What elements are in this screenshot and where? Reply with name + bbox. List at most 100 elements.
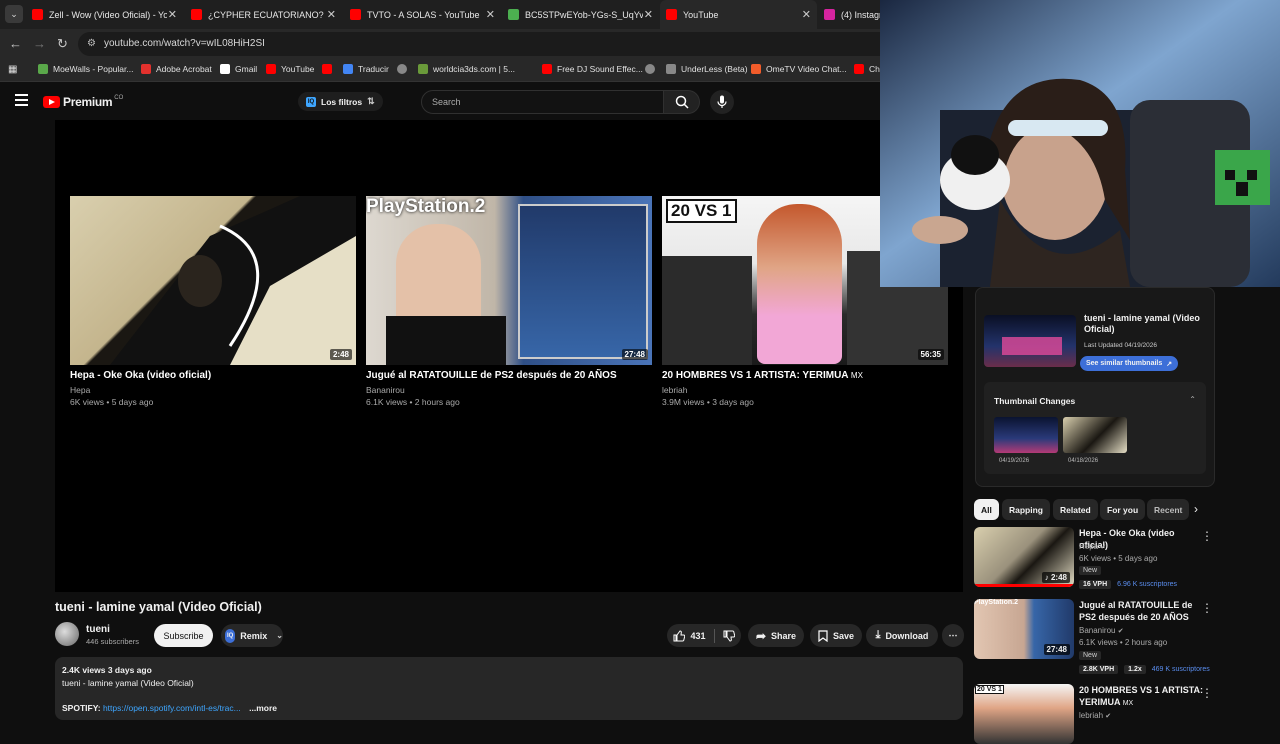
recommended-title[interactable]: Jugué al RATATOUILLE de PS2 después de 2… [1079, 599, 1204, 623]
bookmark-worldcia3ds[interactable]: worldcia3ds.com | 5... [418, 64, 515, 74]
description-box[interactable]: 2.4K views 3 days ago tueni - lamine yam… [55, 657, 963, 720]
recommended-thumbnail[interactable]: 20 VS 1 [974, 684, 1074, 744]
bookmark-youtube[interactable]: YouTube [266, 64, 314, 74]
filters-button[interactable]: IQ Los filtros ⇅ [298, 92, 383, 111]
search-button[interactable] [664, 90, 700, 114]
title-text: 20 HOMBRES VS 1 ARTISTA: YERIMUA [1079, 685, 1204, 707]
channel-name[interactable]: tueni [86, 624, 110, 635]
close-tab-icon[interactable]: ✕ [168, 8, 177, 21]
bookmark-label: Adobe Acrobat [156, 64, 212, 74]
endscreen-channel[interactable]: Hepa [70, 385, 356, 395]
recommended-video[interactable]: PlayStation.2 27:48 Jugué al RATATOUILLE… [974, 599, 1219, 674]
more-vertical-icon[interactable]: ⋮ [1201, 529, 1213, 543]
recommended-channel[interactable]: Hepa ✔ [1079, 542, 1106, 551]
more-vertical-icon[interactable]: ⋮ [1201, 601, 1213, 615]
share-button[interactable]: ➦ Share [748, 624, 804, 647]
video-player[interactable]: 2:48 Hepa - Oke Oka (video oficial) Hepa… [55, 120, 963, 592]
tab-title: ¿CYPHER ECUATORIANO? | INS [208, 9, 326, 20]
bookmark-underless[interactable]: UnderLess (Beta) [666, 64, 748, 74]
bookmark-gmail[interactable]: Gmail [220, 64, 257, 74]
endscreen-title[interactable]: Hepa - Oke Oka (video oficial) [70, 370, 356, 381]
chip-related[interactable]: Related [1053, 499, 1098, 520]
site-info-icon[interactable]: ⚙ [87, 38, 96, 49]
browser-tab[interactable]: (4) Instagram [818, 0, 880, 29]
subscribe-button[interactable]: Subscribe [154, 624, 213, 647]
chevron-up-icon[interactable]: ⌃ [1189, 395, 1196, 404]
video-stats: 2.8K VPH 1.2x 469 K suscriptores [1079, 665, 1210, 674]
voice-search-button[interactable] [710, 90, 734, 114]
music-note-icon: ♪ [1044, 573, 1049, 582]
tab-title: (4) Instagram [841, 9, 880, 20]
youtube-premium-logo[interactable]: Premium CO [43, 95, 123, 109]
bookmark-free-dj[interactable]: Free DJ Sound Effec... [542, 64, 643, 74]
chip-for-you[interactable]: For you [1100, 499, 1146, 520]
forward-arrow-icon[interactable]: → [33, 36, 46, 51]
new-badge: New [1079, 651, 1102, 660]
endscreen-thumbnail[interactable]: PlayStation.2 27:48 [366, 196, 652, 365]
bookmark-globe-2[interactable] [645, 64, 660, 74]
browser-tab-active[interactable]: YouTube ✕ [660, 0, 817, 29]
thumbnail-history-item[interactable] [994, 417, 1058, 453]
download-button[interactable]: ⤓ Download [866, 624, 938, 647]
current-thumbnail[interactable] [984, 315, 1076, 367]
close-tab-icon[interactable]: ✕ [486, 8, 495, 21]
chevron-right-icon[interactable]: › [1194, 502, 1198, 516]
close-tab-icon[interactable]: ✕ [802, 8, 811, 21]
browser-tab[interactable]: TVTO - A SOLAS - YouTube ✕ [344, 0, 501, 29]
chip-rapping[interactable]: Rapping [1002, 499, 1050, 520]
bookmark-globe[interactable] [397, 64, 412, 74]
recommended-video[interactable]: 20 VS 1 20 HOMBRES VS 1 ARTISTA: YERIMUA… [974, 684, 1219, 744]
endscreen-thumbnail[interactable]: 2:48 [70, 196, 356, 365]
recommended-thumbnail[interactable]: ♪ 2:48 [974, 527, 1074, 587]
recommended-title[interactable]: 20 HOMBRES VS 1 ARTISTA: YERIMUA MX [1079, 684, 1204, 710]
reload-icon[interactable]: ↻ [57, 36, 68, 52]
recommended-thumbnail[interactable]: PlayStation.2 27:48 [974, 599, 1074, 659]
remix-button[interactable]: IQ Remix ⌄ [221, 624, 283, 647]
endscreen-video-card[interactable]: 2:48 Hepa - Oke Oka (video oficial) Hepa… [70, 196, 356, 407]
endscreen-title[interactable]: Jugué al RATATOUILLE de PS2 después de 2… [366, 370, 652, 381]
bookmark-ch[interactable]: Ch [854, 64, 880, 74]
bookmark-ometv[interactable]: OmeTV Video Chat... [751, 64, 847, 74]
menu-icon[interactable] [15, 94, 28, 109]
back-arrow-icon[interactable]: ← [9, 36, 22, 51]
bookmark-moewalls[interactable]: MoeWalls - Popular... [38, 64, 133, 74]
endscreen-video-card[interactable]: PlayStation.2 27:48 Jugué al RATATOUILLE… [366, 196, 652, 407]
game-box-image [518, 204, 648, 359]
like-dislike-group: 431 [667, 624, 741, 647]
video-title: tueni - lamine yamal (Video Oficial) [55, 600, 262, 614]
more-vertical-icon[interactable]: ⋮ [1201, 686, 1213, 700]
show-more-button[interactable]: ...more [249, 703, 277, 713]
address-bar[interactable]: ⚙ youtube.com/watch?v=wIL08HiH2SI [78, 32, 918, 56]
search-input[interactable]: Search [421, 90, 664, 114]
chip-all[interactable]: All [974, 499, 999, 520]
channel-text: Hepa [1079, 542, 1099, 551]
endscreen-channel[interactable]: Bananirou [366, 385, 652, 395]
spotify-link[interactable]: https://open.spotify.com/intl-es/trac... [103, 703, 241, 713]
recommended-channel[interactable]: lebriah ✔ [1079, 711, 1111, 720]
like-button[interactable]: 431 [673, 629, 706, 642]
close-tab-icon[interactable]: ✕ [644, 8, 653, 21]
bookmark-adobe-acrobat[interactable]: Adobe Acrobat [141, 64, 212, 74]
thumbs-down-icon[interactable] [723, 630, 735, 642]
browser-tab[interactable]: Zell - Wow (Video Oficial) - You ✕ [26, 0, 183, 29]
bookmark-youtube-2[interactable] [322, 64, 337, 74]
apps-grid-icon[interactable]: ▦ [8, 64, 17, 75]
save-button[interactable]: Save [810, 624, 862, 647]
see-similar-thumbnails-button[interactable]: See similar thumbnails ↗ [1080, 356, 1179, 371]
bookmark-favicon-icon [141, 64, 151, 74]
group-left-image [662, 256, 752, 365]
close-tab-icon[interactable]: ✕ [327, 8, 336, 21]
webcam-overlay [880, 0, 1280, 287]
chip-recent[interactable]: Recent [1147, 499, 1189, 520]
endscreen-channel[interactable]: lebriah [662, 385, 948, 395]
recommended-video[interactable]: ♪ 2:48 Hepa - Oke Oka (video oficial) He… [974, 527, 1219, 589]
tab-search-button[interactable]: ⌄ [5, 5, 23, 23]
browser-tab[interactable]: BC5STPwEYob-YGs-S_UqYvugw ✕ [502, 0, 659, 29]
recommended-channel[interactable]: Bananirou ✔ [1079, 626, 1124, 635]
endscreen-title[interactable]: 20 HOMBRES VS 1 ARTISTA: YERIMUA MX [662, 370, 948, 381]
more-actions-button[interactable]: ⋯ [942, 624, 964, 647]
bookmark-traducir[interactable]: Traducir [343, 64, 389, 74]
browser-tab[interactable]: ¿CYPHER ECUATORIANO? | INS ✕ [185, 0, 342, 29]
channel-avatar[interactable] [55, 622, 79, 646]
thumbnail-history-item[interactable] [1063, 417, 1127, 453]
